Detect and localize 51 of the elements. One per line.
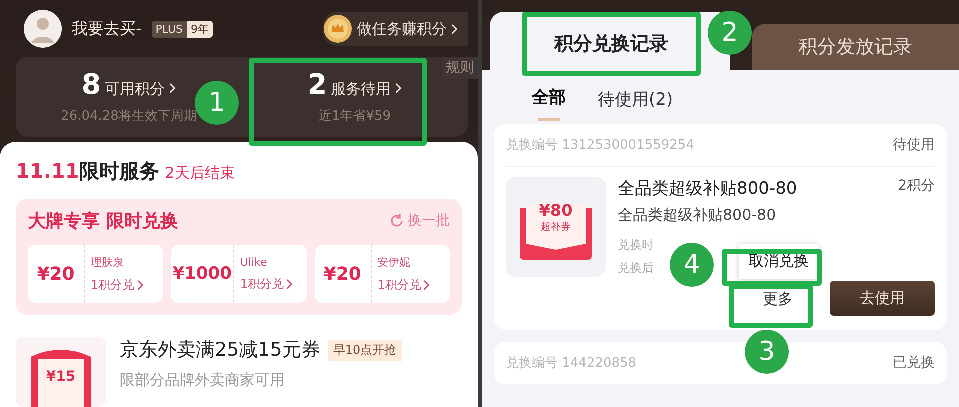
card-title: 大牌专享 限时兑换: [28, 210, 178, 233]
stat-label[interactable]: 服务待用: [331, 80, 392, 100]
detail-text: 兑换后: [618, 260, 654, 277]
points-price: 1积分兑: [378, 276, 422, 294]
coupon-image: ¥80 超补券: [506, 177, 606, 277]
coupon-card[interactable]: ¥20 安伊妮 1积分兑: [314, 245, 450, 303]
refresh-icon: [390, 214, 404, 228]
stat-label[interactable]: 可用积分: [105, 80, 166, 100]
coupon-card[interactable]: ¥20 理肤泉 1积分兑: [28, 245, 164, 303]
offer-title: 京东外卖满25减15元券: [120, 338, 320, 363]
offer-subtitle: 限部分品牌外卖商家可用: [120, 371, 286, 390]
product-title: 全品类超级补贴800-80: [618, 178, 798, 200]
chevron-icon: [395, 83, 402, 94]
stat-value: 8: [82, 68, 102, 102]
stat-note: 26.04.28将生效下周期: [61, 108, 197, 126]
coupon-amount: ¥20: [314, 245, 372, 303]
rules-link[interactable]: 规则: [442, 56, 478, 79]
task-link[interactable]: 做任务赚积分: [323, 12, 468, 46]
filter-tab[interactable]: 待使用(2): [598, 82, 674, 124]
promo-title: 11.11限时服务: [16, 158, 160, 185]
points-cost: 2积分: [898, 177, 935, 196]
record-status: 已兑换: [893, 354, 935, 372]
brand-name: 安伊妮: [378, 254, 411, 270]
stat-note: 近1年省¥59: [318, 108, 392, 126]
avatar[interactable]: [24, 10, 62, 48]
record-status: 待使用: [893, 136, 935, 154]
brand-name: 理肤泉: [91, 254, 124, 270]
membership-badge: PLUS 9年: [152, 20, 214, 38]
coupon-amount: ¥1000: [171, 245, 234, 303]
exchange-number: 兑换编号 144220858: [506, 355, 637, 372]
user-name: 我要去买-: [72, 18, 142, 40]
use-button[interactable]: 去使用: [830, 281, 935, 316]
points-price: 1积分兑: [240, 276, 284, 292]
coupon-amount: ¥20: [28, 245, 85, 303]
crown-coin-icon: [323, 14, 353, 44]
tab[interactable]: 积分兑换记录: [527, 17, 696, 70]
stat-value: 2: [308, 68, 328, 102]
chevron-icon: [286, 278, 293, 290]
brand-name: Ulike: [240, 256, 268, 268]
detail-text: 兑换时: [618, 237, 654, 254]
countdown: 2天后结束: [165, 164, 235, 183]
chevron-icon: [136, 280, 144, 290]
product-subtitle: 全品类超级补贴800-80: [618, 206, 778, 225]
tab[interactable]: 积分发放记录: [752, 24, 959, 70]
chevron-icon: [423, 280, 430, 290]
time-tag: 早10点开抢: [328, 340, 402, 360]
chevron-icon: [169, 83, 176, 94]
exchange-number: 兑换编号 1312530001559254: [506, 137, 694, 154]
points-price: 1积分兑: [91, 276, 135, 294]
coupon-image: ¥15: [16, 337, 106, 407]
chevron-icon: [451, 24, 458, 35]
